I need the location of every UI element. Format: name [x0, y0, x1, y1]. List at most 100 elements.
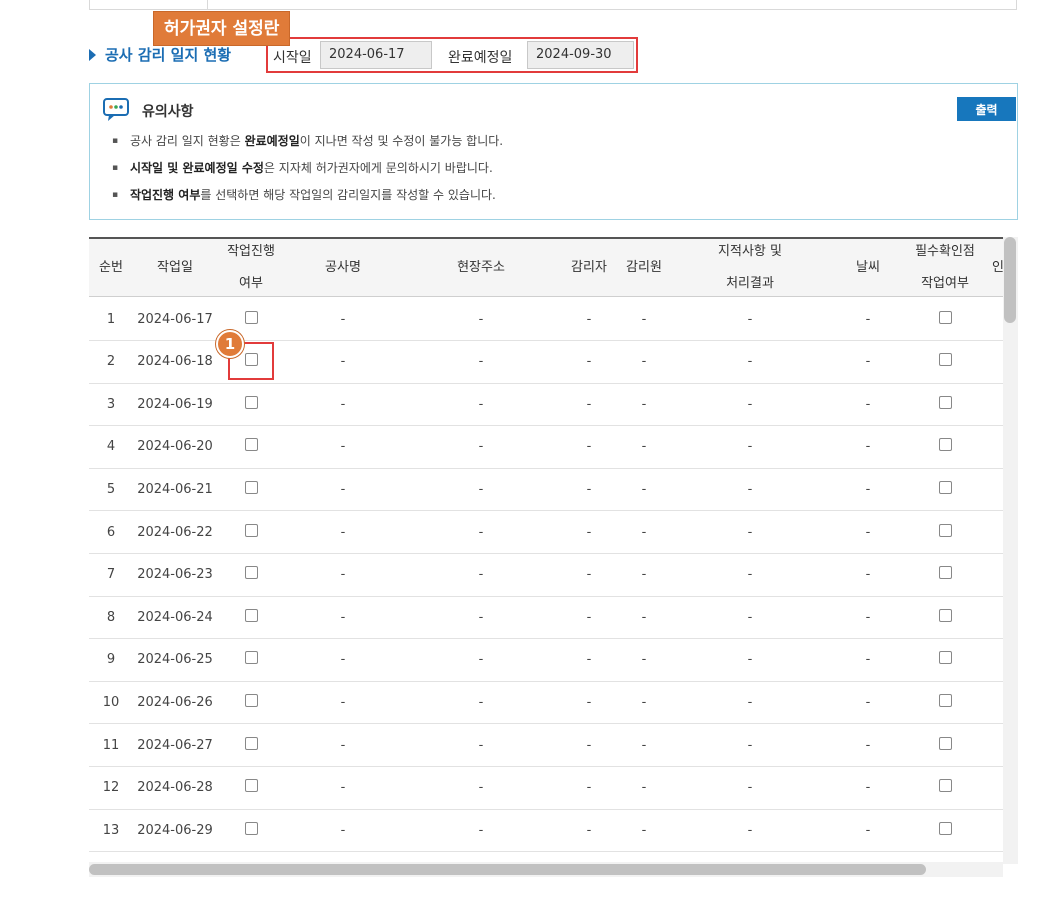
table-row: 3 2024-06-19 - - - - - - [89, 383, 1005, 427]
step-marker: 1 [216, 330, 244, 358]
cell-no: 12 [102, 780, 120, 796]
cell-progress [217, 511, 285, 553]
previous-table-edge [89, 0, 1017, 10]
progress-checkbox[interactable] [244, 480, 258, 494]
header-inspector: 감리원 [626, 260, 662, 275]
table-row: 6 2024-06-22 - - - - - - [89, 511, 1005, 554]
table-row: 7 2024-06-23 - - - - - - [89, 554, 1005, 597]
cell-supervisor: - [586, 524, 592, 540]
table-row: 5 2024-06-21 - - - - - - [89, 468, 1005, 512]
horizontal-scroll-thumb[interactable] [89, 864, 926, 875]
progress-checkbox[interactable] [244, 608, 258, 622]
progress-checkbox[interactable] [244, 821, 258, 835]
cell-project: - [340, 822, 346, 838]
header-progress: 작업진행 여부 [227, 244, 275, 291]
cell-no: 3 [106, 396, 116, 412]
required-check-checkbox[interactable] [938, 821, 952, 835]
cell-weather: - [865, 737, 871, 753]
cell-findings: - [747, 439, 753, 455]
cell-findings: - [747, 567, 753, 583]
progress-checkbox[interactable] [244, 736, 258, 750]
header-supervisor: 감리자 [571, 260, 607, 275]
cell-inspector: - [641, 822, 647, 838]
progress-checkbox[interactable] [244, 566, 258, 580]
required-check-checkbox[interactable] [938, 310, 952, 324]
cell-supervisor: - [586, 694, 592, 710]
required-check-checkbox[interactable] [938, 353, 952, 367]
cell-inspector: - [641, 652, 647, 668]
progress-checkbox[interactable] [244, 779, 258, 793]
notice-line: 공사 감리 일지 현황은 완료예정일이 지나면 작성 및 수정이 불가능 합니다… [112, 132, 503, 149]
required-check-checkbox[interactable] [938, 438, 952, 452]
cell-findings: - [747, 311, 753, 327]
required-check-checkbox[interactable] [938, 779, 952, 793]
cell-address: - [478, 652, 484, 668]
cell-findings: - [747, 524, 753, 540]
cell-inspector: - [641, 396, 647, 412]
progress-checkbox[interactable] [244, 310, 258, 324]
cell-address: - [478, 567, 484, 583]
cell-supervisor: - [586, 311, 592, 327]
cell-supervisor: - [586, 567, 592, 583]
required-check-checkbox[interactable] [938, 480, 952, 494]
permit-authority-callout: 허가권자 설정란 [153, 11, 291, 46]
cell-date: 2024-06-17 [137, 311, 213, 327]
cell-project: - [340, 524, 346, 540]
progress-checkbox[interactable] [244, 438, 258, 452]
vertical-scrollbar[interactable] [1003, 237, 1018, 864]
progress-checkbox[interactable] [244, 693, 258, 707]
cell-supervisor: - [586, 396, 592, 412]
cell-address: - [478, 524, 484, 540]
header-weather: 날씨 [856, 260, 880, 275]
cell-progress [217, 724, 285, 766]
cell-supervisor: - [586, 481, 592, 497]
cell-inspector: - [641, 567, 647, 583]
cell-project: - [340, 354, 346, 370]
progress-checkbox[interactable] [244, 651, 258, 665]
start-date-input[interactable]: 2024-06-17 [320, 41, 432, 69]
cell-date: 2024-06-28 [137, 780, 213, 796]
cell-no: 8 [106, 609, 116, 625]
cell-date: 2024-06-22 [137, 524, 213, 540]
cell-findings: - [747, 822, 753, 838]
cell-project: - [340, 439, 346, 455]
required-check-checkbox[interactable] [938, 608, 952, 622]
cell-date: 2024-06-24 [137, 609, 213, 625]
cell-weather: - [865, 524, 871, 540]
header-no: 순번 [99, 260, 123, 275]
progress-checkbox[interactable] [244, 523, 258, 537]
cell-no: 7 [106, 567, 116, 583]
cell-no: 1 [106, 311, 116, 327]
table-row: 8 2024-06-24 - - - - - - [89, 596, 1005, 640]
required-check-checkbox[interactable] [938, 651, 952, 665]
cell-required [907, 681, 983, 723]
cell-inspector: - [641, 354, 647, 370]
end-date-input[interactable]: 2024-09-30 [527, 41, 634, 69]
table-header: 순번 작업일 작업진행 여부 공사명 현장주소 감리자 감리원 지적사항 및 처리결과 날씨 필수확인… [89, 237, 1005, 297]
progress-checkbox[interactable] [244, 395, 258, 409]
required-check-checkbox[interactable] [938, 693, 952, 707]
cell-weather: - [865, 439, 871, 455]
print-button[interactable]: 출력 [957, 97, 1016, 121]
cell-required [907, 511, 983, 553]
cell-weather: - [865, 396, 871, 412]
cell-required [907, 809, 983, 851]
horizontal-scrollbar[interactable] [89, 862, 1003, 877]
cell-address: - [478, 737, 484, 753]
required-check-checkbox[interactable] [938, 566, 952, 580]
header-project: 공사명 [325, 260, 361, 275]
header-findings: 지적사항 및 처리결과 [718, 244, 782, 291]
notice-box: 유의사항 출력 공사 감리 일지 현황은 완료예정일이 지나면 작성 및 수정이… [89, 83, 1018, 220]
cell-date: 2024-06-25 [137, 652, 213, 668]
cell-findings: - [747, 396, 753, 412]
required-check-checkbox[interactable] [938, 523, 952, 537]
required-check-checkbox[interactable] [938, 736, 952, 750]
cell-date: 2024-06-23 [137, 567, 213, 583]
vertical-scroll-thumb[interactable] [1004, 237, 1016, 323]
section-title: 공사 감리 일지 현황 [89, 44, 231, 65]
cell-weather: - [865, 652, 871, 668]
cell-supervisor: - [586, 822, 592, 838]
required-check-checkbox[interactable] [938, 395, 952, 409]
cell-address: - [478, 481, 484, 497]
cell-supervisor: - [586, 609, 592, 625]
